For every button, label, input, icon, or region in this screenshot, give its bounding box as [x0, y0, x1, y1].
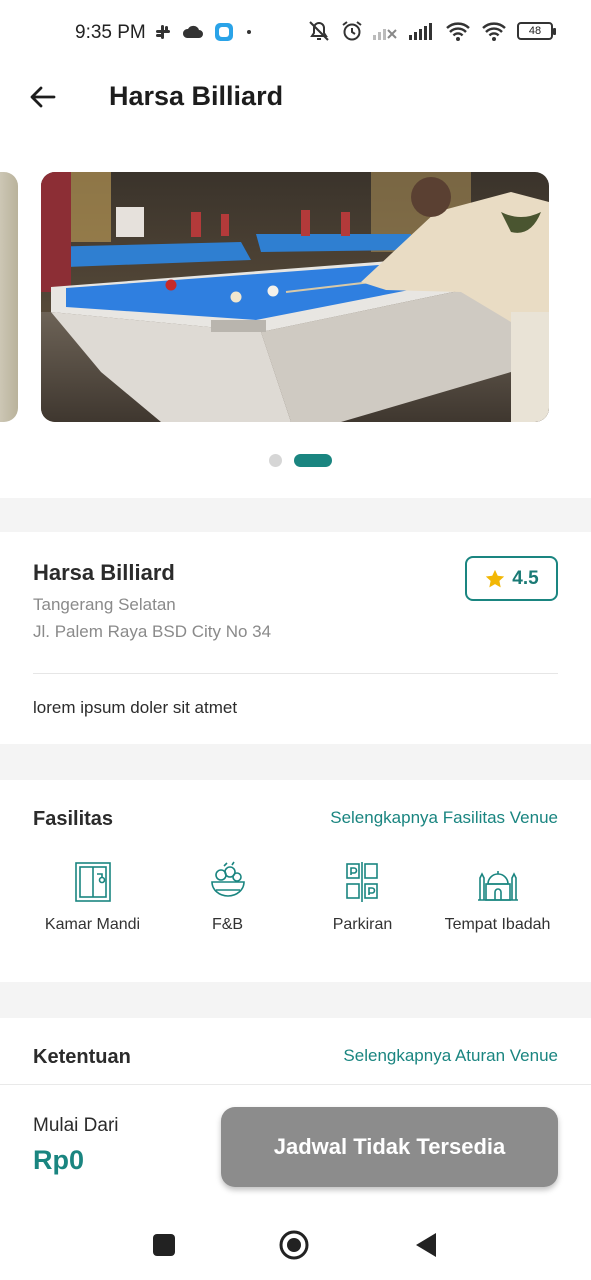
- price-value: Rp0: [33, 1145, 85, 1175]
- facility-item: Kamar Mandi: [25, 860, 160, 934]
- rating-badge[interactable]: 4.5: [465, 556, 558, 601]
- facility-item: F&B: [160, 860, 295, 934]
- venue-info-card: Harsa Billiard Tangerang Selatan Jl. Pal…: [0, 532, 591, 744]
- terms-more-link[interactable]: Selengkapnya Aturan Venue: [343, 1046, 558, 1066]
- facility-label: Parkiran: [332, 916, 393, 933]
- mosque-icon: [477, 871, 518, 901]
- status-left-icons: [154, 22, 254, 42]
- signal-icon: [409, 23, 432, 40]
- facilities-section: Fasilitas Selengkapnya Fasilitas Venue K…: [0, 780, 591, 982]
- facility-label: Tempat Ibadah: [444, 916, 551, 933]
- billiard-photo: [41, 172, 549, 422]
- page-title: Harsa Billiard: [109, 81, 284, 111]
- star-icon: [486, 569, 505, 587]
- mute-icon: [309, 21, 329, 41]
- terms-section: Ketentuan Selengkapnya Aturan Venue: [0, 1018, 591, 1084]
- app-icon: [215, 23, 233, 41]
- facilities-title: Fasilitas: [33, 808, 114, 830]
- gallery-dot-active[interactable]: [294, 454, 332, 467]
- gallery-dot[interactable]: [269, 454, 282, 467]
- status-right-icons: 48: [307, 20, 556, 42]
- venue-address: Jl. Palem Raya BSD City No 34: [33, 622, 272, 641]
- wifi-icon: [446, 22, 470, 41]
- recents-icon[interactable]: [149, 1230, 179, 1260]
- terms-title: Ketentuan: [33, 1046, 131, 1068]
- facility-item: Tempat Ibadah: [430, 860, 565, 934]
- rating-value: 4.5: [512, 567, 539, 589]
- facility-item: Parkiran: [295, 860, 430, 934]
- venue-name: Harsa Billiard: [33, 560, 175, 585]
- schedule-unavailable-button[interactable]: Jadwal Tidak Tersedia: [221, 1107, 558, 1187]
- alarm-icon: [342, 21, 362, 41]
- cloud-icon: [182, 25, 203, 38]
- booking-bar: Mulai Dari Rp0 Jadwal Tidak Tersedia: [0, 1084, 591, 1208]
- app-bar: Harsa Billiard: [0, 66, 591, 130]
- food-bowl-icon: [210, 861, 245, 897]
- price-label: Mulai Dari: [33, 1115, 119, 1136]
- back-nav-icon[interactable]: [411, 1230, 441, 1260]
- divider: [33, 673, 558, 674]
- home-icon[interactable]: [279, 1230, 309, 1260]
- facilities-list: Kamar Mandi F&B Parkiran Tempat Ibadah: [25, 860, 566, 934]
- battery-icon: 48: [517, 22, 556, 40]
- wifi-icon: [482, 22, 506, 41]
- venue-city: Tangerang Selatan: [33, 595, 176, 614]
- gallery-previous-image[interactable]: [0, 172, 18, 422]
- facility-label: F&B: [211, 916, 244, 933]
- gallery-indicator: [0, 454, 591, 467]
- venue-description: lorem ipsum doler sit atmet: [33, 698, 238, 717]
- dot-icon: [247, 30, 251, 34]
- slack-icon: [156, 25, 170, 39]
- parking-icon: [345, 862, 378, 902]
- system-nav-bar: [0, 1208, 591, 1280]
- facilities-more-link[interactable]: Selengkapnya Fasilitas Venue: [330, 808, 558, 828]
- facility-label: Kamar Mandi: [44, 916, 141, 933]
- venue-gallery[interactable]: [0, 130, 591, 498]
- status-time: 9:35 PM: [75, 22, 146, 43]
- status-bar: 9:35 PM 48: [0, 0, 591, 66]
- gallery-image[interactable]: [41, 172, 549, 422]
- signal-icon: [373, 29, 397, 40]
- shower-icon: [74, 862, 111, 902]
- arrow-left-icon[interactable]: [26, 80, 60, 114]
